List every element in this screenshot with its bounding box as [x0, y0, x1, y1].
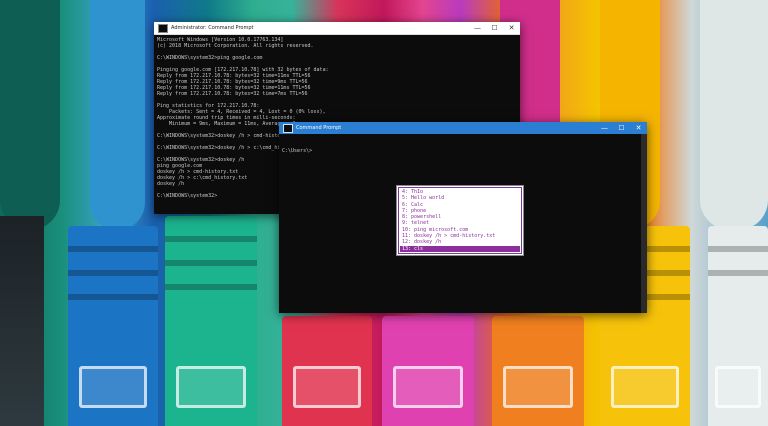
admin-cmd-title: Administrator: Command Prompt	[171, 25, 254, 31]
cable-white	[700, 0, 768, 230]
cmd-window[interactable]: Command Prompt — ☐ ✕ C:\Users\> 4: ThIo 5…	[279, 122, 647, 313]
plug-orange	[492, 316, 584, 426]
vertical-scrollbar[interactable]	[641, 134, 647, 313]
minimize-button[interactable]: —	[596, 122, 613, 134]
cmd-icon	[283, 123, 293, 133]
admin-cmd-titlebar[interactable]: Administrator: Command Prompt — ☐ ✕	[154, 22, 520, 35]
command-history-list[interactable]: 4: ThIo 5: Hello world 6: Calc 7: phone 8: p…	[398, 187, 522, 254]
plug-red	[282, 316, 372, 426]
cable-teal	[0, 0, 60, 230]
maximize-button[interactable]: ☐	[486, 22, 503, 34]
minimize-button[interactable]: —	[469, 22, 486, 34]
close-button[interactable]: ✕	[630, 122, 647, 134]
history-item[interactable]: 13: cls	[400, 245, 520, 252]
cmd-title: Command Prompt	[296, 125, 342, 131]
cmd-prompt: C:\Users\>	[282, 148, 313, 154]
cmd-console-output[interactable]: C:\Users\>	[279, 134, 647, 168]
plug-dark	[0, 216, 44, 426]
plug-blue	[68, 226, 158, 426]
cmd-titlebar[interactable]: Command Prompt — ☐ ✕	[279, 122, 647, 134]
plug-magenta	[382, 316, 474, 426]
plug-green	[165, 216, 257, 426]
cable-blue	[90, 0, 145, 230]
command-history-popup[interactable]: 4: ThIo 5: Hello world 6: Calc 7: phone 8: p…	[396, 185, 524, 256]
close-button[interactable]: ✕	[503, 22, 520, 34]
cmd-icon	[158, 23, 168, 33]
plug-white	[708, 226, 768, 426]
maximize-button[interactable]: ☐	[613, 122, 630, 134]
